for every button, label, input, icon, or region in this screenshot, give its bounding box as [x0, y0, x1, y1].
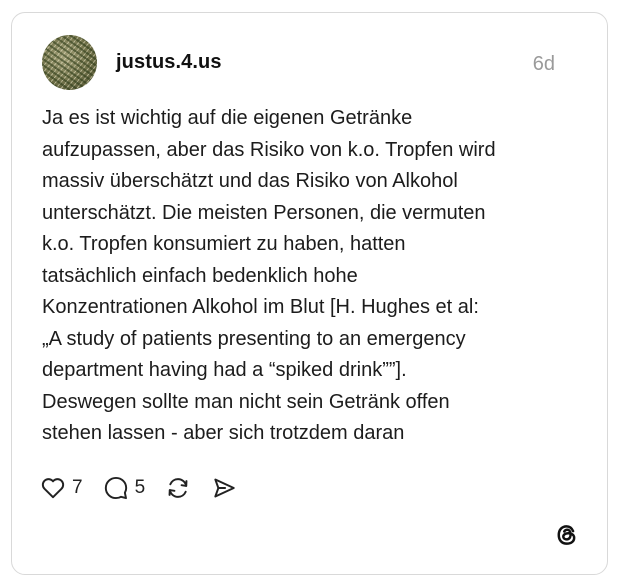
- reply-button[interactable]: 5: [103, 475, 146, 501]
- reply-count: 5: [134, 477, 146, 498]
- post-author[interactable]: justus.4.us: [116, 51, 222, 74]
- post-actions: 7 5: [40, 474, 257, 502]
- threads-logo-icon: [554, 522, 580, 548]
- like-button[interactable]: 7: [40, 475, 83, 501]
- avatar[interactable]: [42, 35, 97, 90]
- repost-icon: [165, 475, 191, 501]
- post-timestamp: 6d: [532, 53, 555, 75]
- post-body: Ja es ist wichtig auf die eigenen Geträn…: [42, 107, 496, 444]
- post-card: justus.4.us 6d Ja es ist wichtig auf die…: [11, 12, 608, 575]
- comment-bubble-icon: [103, 475, 129, 501]
- like-count: 7: [72, 477, 83, 498]
- heart-icon: [40, 475, 66, 501]
- send-icon: [211, 475, 237, 501]
- repost-button[interactable]: [165, 475, 191, 501]
- share-button[interactable]: [211, 475, 237, 501]
